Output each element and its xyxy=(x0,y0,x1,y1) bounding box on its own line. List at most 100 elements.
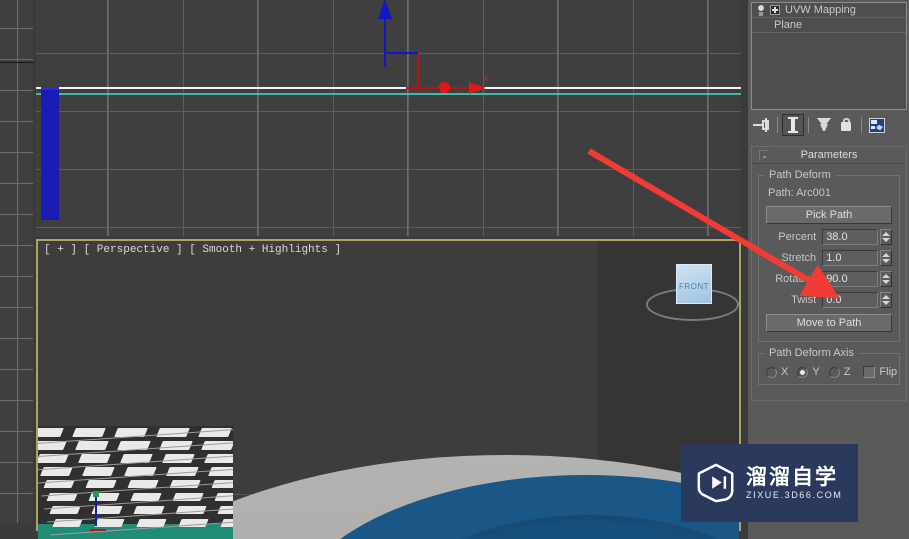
blue-object-bar xyxy=(41,90,59,220)
modifier-stack-item-uvw-mapping[interactable]: UVW Mapping xyxy=(752,3,906,18)
axis-radio-x[interactable] xyxy=(766,366,777,378)
toolbar-separator xyxy=(861,117,862,133)
pin-stack-button[interactable] xyxy=(751,114,773,136)
block-axis-x xyxy=(90,529,106,531)
gizmo-center-handle[interactable] xyxy=(439,82,450,93)
path-deform-group: Path Deform Path: Arc001 Pick Path Perce… xyxy=(758,169,900,342)
percent-label: Percent xyxy=(778,230,817,243)
gizmo-x-vertical xyxy=(417,54,419,88)
rotation-label: Rotation xyxy=(775,272,817,285)
axis-label-y: Y xyxy=(812,366,820,378)
path-name-label: Path: Arc001 xyxy=(768,187,831,199)
parameters-rollout-header[interactable]: - Parameters xyxy=(752,147,906,164)
stretch-spinner[interactable] xyxy=(880,249,892,266)
lightbulb-icon[interactable] xyxy=(755,3,767,17)
watermark: 溜溜自学 ZIXUE.3D66.COM xyxy=(681,444,858,522)
flip-checkbox[interactable] xyxy=(863,366,876,378)
twist-input[interactable]: 0.0 xyxy=(822,291,879,308)
left-ortho-viewport[interactable] xyxy=(0,0,33,531)
viewcube-box[interactable]: FRONT xyxy=(676,264,712,304)
spinner-up-icon[interactable] xyxy=(882,231,891,236)
toolbar-separator xyxy=(808,117,809,133)
block-tile xyxy=(85,480,117,489)
percent-input[interactable]: 38.0 xyxy=(822,228,879,245)
gizmo-z-tick xyxy=(386,52,418,54)
block-tile xyxy=(81,467,115,476)
move-to-path-button[interactable]: Move to Path xyxy=(766,314,892,332)
modifier-stack-toolbar xyxy=(751,112,907,138)
perspective-scene: FRONT [ + ] [ Perspective ] [ Smooth + H… xyxy=(38,241,739,539)
ortho-horizon-line xyxy=(0,62,33,63)
ortho-grid xyxy=(0,0,33,531)
perspective-viewport-label[interactable]: [ + ] [ Perspective ] [ Smooth + Highlig… xyxy=(44,244,341,256)
spinner-down-icon[interactable] xyxy=(882,300,891,305)
pick-path-button[interactable]: Pick Path xyxy=(766,206,892,224)
spinner-down-icon[interactable] xyxy=(882,258,891,263)
spinner-up-icon[interactable] xyxy=(882,252,891,257)
pin-stack-icon xyxy=(753,118,771,132)
axis-radio-z[interactable] xyxy=(828,366,840,378)
gizmo-z-axis[interactable] xyxy=(384,14,386,67)
axis-radio-row: X Y Z Flip xyxy=(766,364,897,378)
configure-modifier-sets-icon xyxy=(869,117,885,133)
rotation-spinner[interactable] xyxy=(880,270,892,287)
block-axis-origin xyxy=(93,491,99,497)
rotation-input[interactable]: 90.0 xyxy=(822,270,879,287)
viewcube[interactable]: FRONT xyxy=(646,264,739,321)
block-tile xyxy=(78,454,112,463)
watermark-title: 溜溜自学 xyxy=(746,464,838,489)
rotation-field-row: Rotation 90.0 xyxy=(766,270,892,287)
viewcube-face-label: FRONT xyxy=(678,282,710,291)
perspective-viewport[interactable]: FRONT [ + ] [ Perspective ] [ Smooth + H… xyxy=(36,239,741,539)
toolbar-separator xyxy=(777,117,778,133)
block-tile xyxy=(75,441,109,450)
show-end-result-button[interactable] xyxy=(782,114,804,136)
path-deform-axis-group-title: Path Deform Axis xyxy=(765,347,858,359)
twist-label: Twist xyxy=(791,293,817,306)
twist-field-row: Twist 0.0 xyxy=(766,291,892,308)
viewport-grid-major xyxy=(36,0,741,236)
teal-object-line xyxy=(36,93,741,95)
stretch-label: Stretch xyxy=(781,251,817,264)
configure-modifier-sets-button[interactable] xyxy=(866,114,888,136)
make-unique-button[interactable] xyxy=(813,114,835,136)
axis-radio-y[interactable] xyxy=(797,366,809,378)
gizmo-axis-label: x xyxy=(483,74,489,84)
modifier-stack-item-label: Plane xyxy=(774,19,803,31)
percent-spinner[interactable] xyxy=(880,228,892,245)
top-ortho-viewport[interactable]: x xyxy=(36,0,741,236)
modifier-stack-list[interactable]: UVW Mapping Plane xyxy=(751,2,907,110)
path-deform-group-title: Path Deform xyxy=(765,169,835,181)
modifier-stack-item-plane[interactable]: Plane xyxy=(752,18,906,33)
parameters-rollout: - Parameters Path Deform Path: Arc001 Pi… xyxy=(751,146,907,401)
viewport-separator xyxy=(0,523,33,531)
block-tile xyxy=(72,428,106,437)
block-tile xyxy=(38,428,64,437)
show-end-result-icon xyxy=(788,117,798,133)
twist-spinner[interactable] xyxy=(880,291,892,308)
watermark-url: ZIXUE.3D66.COM xyxy=(746,489,843,500)
play-logo-icon xyxy=(695,462,737,504)
spinner-up-icon[interactable] xyxy=(882,273,891,278)
spinner-down-icon[interactable] xyxy=(882,279,891,284)
stretch-field-row: Stretch 1.0 xyxy=(766,249,892,266)
stretch-input[interactable]: 1.0 xyxy=(822,249,879,266)
3dsmax-window: x FRONT [+] [Perspective] [Smooth +… xyxy=(0,0,909,539)
plus-box-icon[interactable] xyxy=(770,5,780,15)
spinner-down-icon[interactable] xyxy=(882,237,891,242)
remove-modifier-button[interactable] xyxy=(835,114,857,136)
axis-label-x: X xyxy=(781,366,789,378)
percent-field-row: Percent 38.0 xyxy=(766,228,892,245)
modifier-stack-item-label: UVW Mapping xyxy=(785,4,856,16)
path-deform-axis-group: Path Deform Axis X Y Z Flip xyxy=(758,347,900,385)
block-field-object[interactable] xyxy=(38,426,233,539)
white-construction-line xyxy=(36,87,741,89)
block-tile xyxy=(94,519,126,527)
spinner-up-icon[interactable] xyxy=(882,294,891,299)
block-axis-z xyxy=(95,494,97,526)
axis-label-z: Z xyxy=(843,366,851,378)
parameters-rollout-title: Parameters xyxy=(800,149,858,161)
make-unique-icon xyxy=(816,118,832,132)
remove-modifier-icon xyxy=(840,118,852,132)
collapse-rollout-icon[interactable]: - xyxy=(759,150,769,162)
